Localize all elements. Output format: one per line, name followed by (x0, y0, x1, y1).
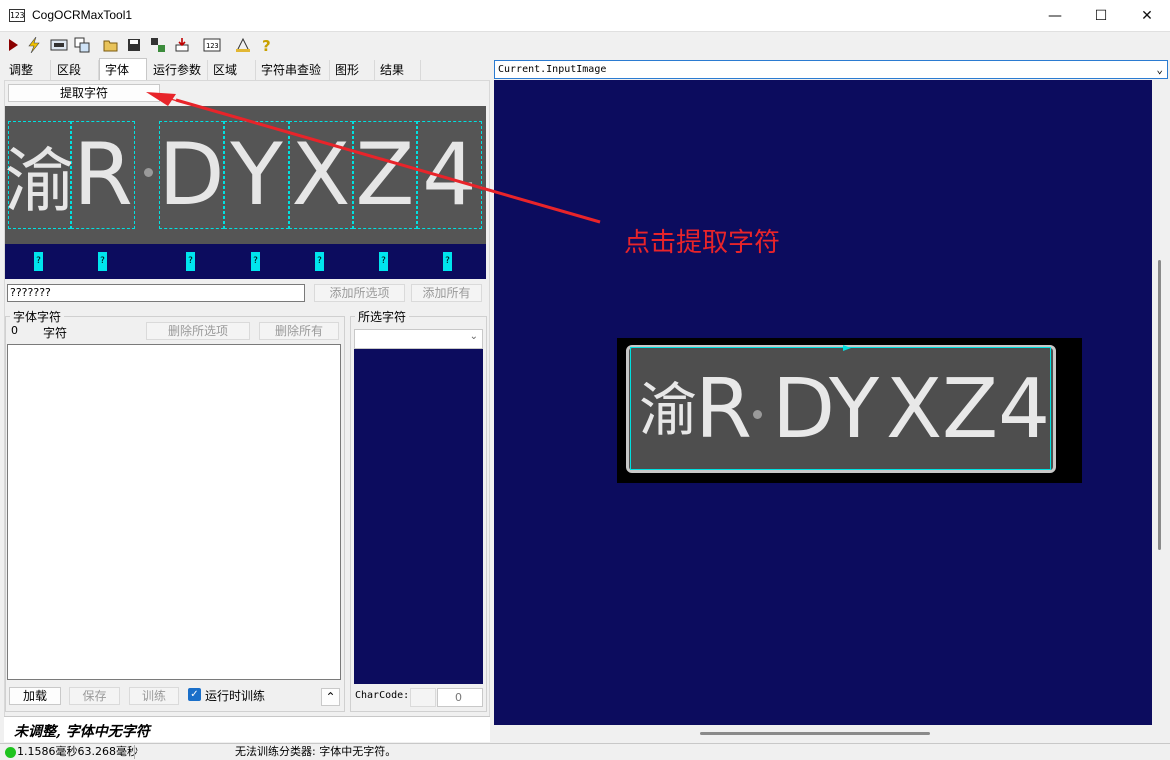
status-ok-icon (5, 747, 16, 758)
status-bar: 1.1586毫秒63.268毫秒 无法训练分类器: 字体中无字符。 (0, 743, 1170, 760)
annotation-text: 点击提取字符 (624, 228, 781, 258)
status-bar-message: 无法训练分类器: 字体中无字符。 (235, 745, 397, 758)
status-divider (134, 745, 135, 759)
timing-readout: 1.1586毫秒63.268毫秒 (17, 745, 138, 758)
annotation-arrow (146, 92, 601, 224)
